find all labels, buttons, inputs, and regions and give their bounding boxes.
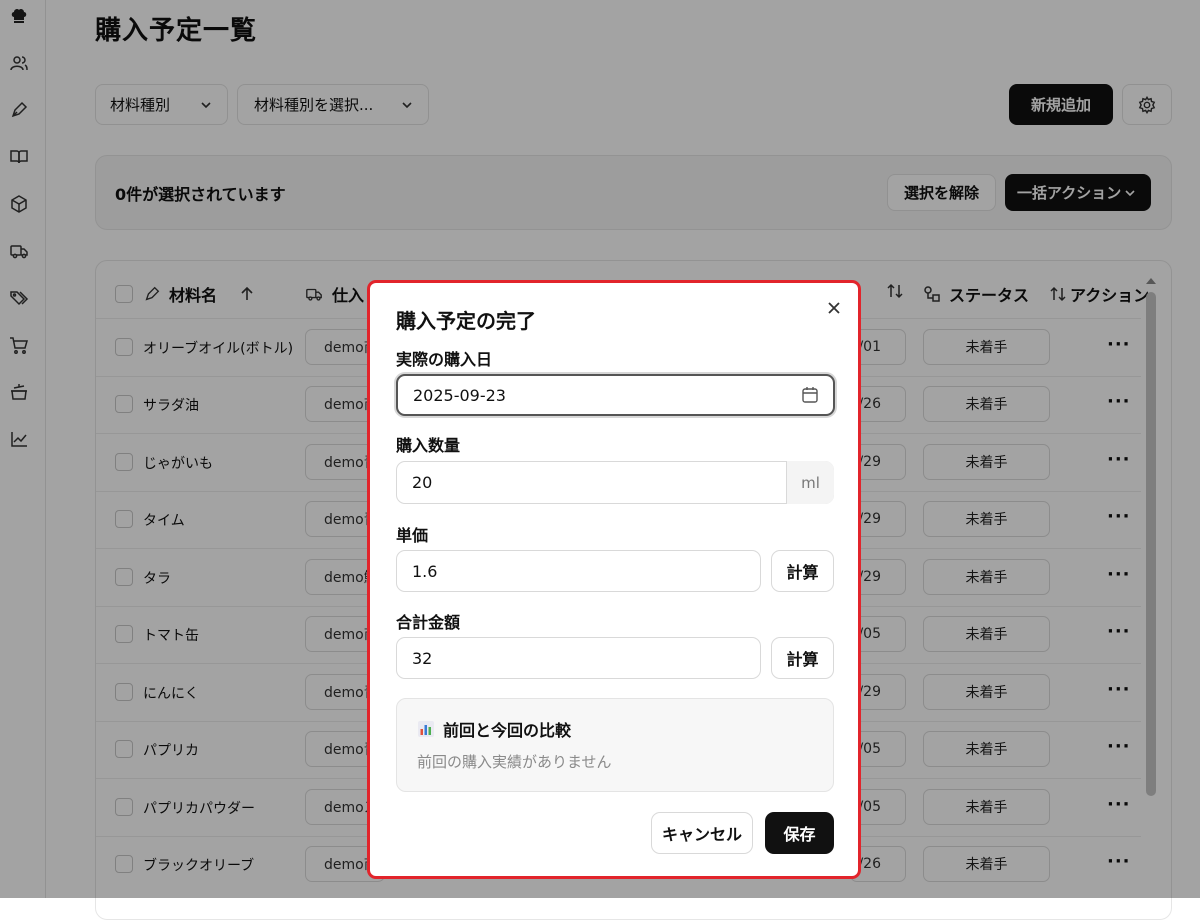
total-amount-value: 32 <box>412 648 433 668</box>
bar-chart-icon <box>418 721 434 737</box>
close-icon[interactable] <box>824 298 844 318</box>
calendar-icon[interactable] <box>801 386 819 404</box>
total-label: 合計金額 <box>396 613 461 632</box>
comparison-message: 前回の購入実績がありません <box>417 753 612 771</box>
comparison-panel <box>396 698 834 792</box>
quantity-label: 購入数量 <box>396 436 461 455</box>
purchase-date-value: 2025-09-23 <box>413 385 506 405</box>
quantity-unit: ml <box>786 461 834 504</box>
unit-price-label: 単価 <box>396 526 429 545</box>
unit-price-input[interactable]: 1.6 <box>396 550 761 592</box>
dialog-title: 購入予定の完了 <box>396 309 536 333</box>
save-button[interactable]: 保存 <box>765 812 834 854</box>
purchase-date-label: 実際の購入日 <box>396 350 493 369</box>
calculate-unit-price-button[interactable]: 計算 <box>771 550 834 592</box>
calculate-total-button[interactable]: 計算 <box>771 637 834 679</box>
unit-price-value: 1.6 <box>412 561 438 581</box>
purchase-date-input[interactable]: 2025-09-23 <box>396 374 835 416</box>
total-amount-input[interactable]: 32 <box>396 637 761 679</box>
cancel-button[interactable]: キャンセル <box>651 812 753 854</box>
quantity-input[interactable]: 20 <box>396 461 834 504</box>
comparison-title: 前回と今回の比較 <box>417 717 571 741</box>
comparison-title-text: 前回と今回の比較 <box>443 721 572 740</box>
quantity-value: 20 <box>412 473 433 492</box>
